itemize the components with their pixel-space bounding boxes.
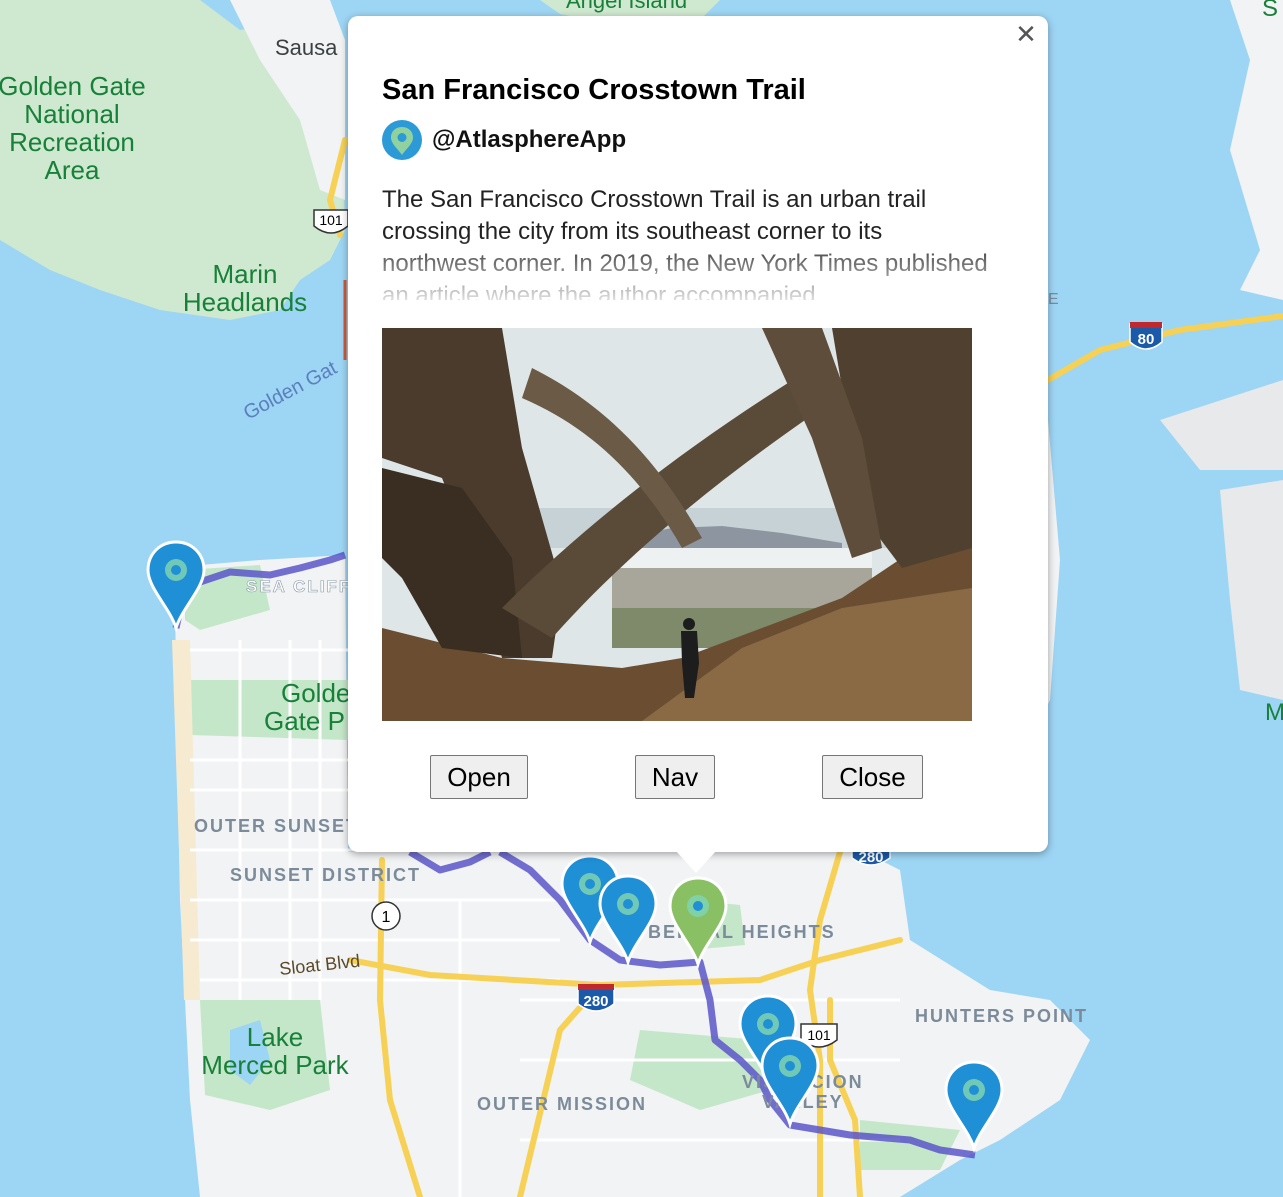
popup-title: San Francisco Crosstown Trail	[382, 74, 806, 106]
label-ggnra-3: Recreation	[9, 127, 135, 157]
label-marin-2: Headlands	[183, 287, 307, 317]
avatar	[382, 120, 422, 160]
shield-i280-south: 280	[577, 984, 615, 1012]
label-ggnra-1: Golden Gate	[0, 71, 146, 101]
label-sausalito: Sausa	[275, 35, 338, 60]
label-ggnra-4: Area	[45, 155, 100, 185]
trail-description: The San Francisco Crosstown Trail is an …	[382, 186, 988, 300]
close-button[interactable]: Close	[822, 755, 923, 799]
svg-text:1: 1	[382, 909, 391, 926]
label-lake-merced-1: Lake	[247, 1022, 303, 1052]
shield-i80: 80	[1129, 322, 1163, 350]
label-ggnra-2: National	[24, 99, 119, 129]
open-button[interactable]: Open	[430, 755, 528, 799]
label-outer-sunset: OUTER SUNSET	[194, 816, 359, 836]
author-handle[interactable]: @AtlasphereApp	[432, 126, 626, 154]
map-pin-icon	[391, 127, 413, 155]
author-row: @AtlasphereApp	[382, 120, 626, 160]
label-sea-cliff: SEA CLIFF	[246, 577, 351, 596]
close-icon[interactable]: ✕	[1012, 20, 1040, 48]
popup-pointer	[676, 851, 716, 873]
trail-info-popup: ✕ San Francisco Crosstown Trail @Atlasph…	[348, 16, 1048, 852]
svg-text:80: 80	[1138, 331, 1155, 348]
label-marin-1: Marin	[212, 259, 277, 289]
label-ggpark-2: Gate P	[264, 706, 345, 736]
svg-text:101: 101	[807, 1027, 831, 1043]
label-edge-e: E	[1048, 291, 1059, 308]
label-outer-mission: OUTER MISSION	[477, 1094, 647, 1114]
label-angel-island: Angel Island	[566, 0, 687, 13]
label-edge-s: S	[1262, 0, 1278, 22]
nav-button[interactable]: Nav	[635, 755, 715, 799]
shield-us101-north: 101	[313, 209, 349, 234]
svg-text:280: 280	[583, 993, 608, 1010]
label-sunset-district: SUNSET DISTRICT	[230, 865, 421, 885]
label-ggpark-1: Golde	[281, 678, 350, 708]
label-edge-m: M	[1265, 699, 1283, 726]
label-hunters-point: HUNTERS POINT	[915, 1006, 1088, 1026]
trail-photo	[382, 328, 972, 721]
label-lake-merced-2: Merced Park	[201, 1050, 349, 1080]
svg-text:101: 101	[319, 212, 343, 228]
description-container[interactable]: The San Francisco Crosstown Trail is an …	[382, 184, 992, 300]
shield-ca1: 1	[371, 901, 401, 931]
